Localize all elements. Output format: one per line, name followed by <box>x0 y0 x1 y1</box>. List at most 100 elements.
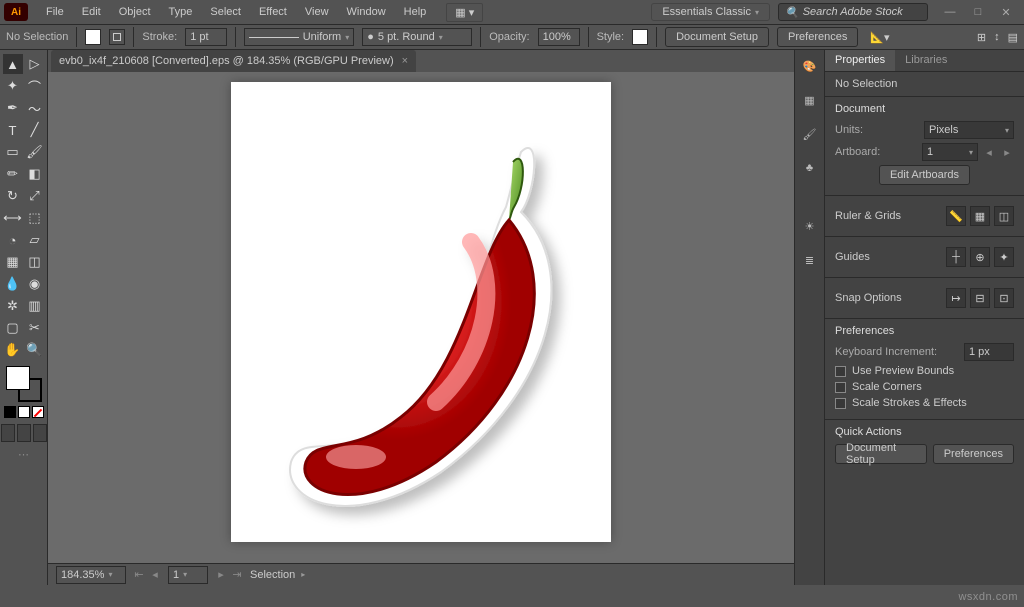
color-white[interactable] <box>18 406 30 418</box>
opacity-input[interactable]: 100% <box>538 28 580 46</box>
tab-libraries[interactable]: Libraries <box>895 50 957 71</box>
pen-tool[interactable]: ✒ <box>3 98 23 118</box>
prev-artboard-icon[interactable]: ◂ <box>148 568 162 582</box>
artboard-dropdown[interactable]: 1▾ <box>922 143 978 161</box>
stroke-weight-input[interactable]: 1 pt <box>185 28 227 46</box>
slice-tool[interactable]: ✂ <box>25 318 45 338</box>
document-tab[interactable]: evb0_ix4f_210608 [Converted].eps @ 184.3… <box>51 50 416 72</box>
workspace-switcher[interactable]: Essentials Classic ▾ <box>651 3 770 21</box>
perspective-tool[interactable]: ▱ <box>25 230 45 250</box>
blend-tool[interactable]: ◉ <box>25 274 45 294</box>
rectangle-tool[interactable]: ▭ <box>3 142 23 162</box>
scale-strokes-checkbox[interactable]: Scale Strokes & Effects <box>835 397 1014 409</box>
menu-type[interactable]: Type <box>161 3 201 21</box>
status-caret-icon[interactable]: ▸ <box>301 570 305 579</box>
edit-toolbar-icon[interactable]: ⋯ <box>18 448 29 461</box>
stroke-panel-icon[interactable]: ☀ <box>800 216 820 236</box>
last-artboard-icon[interactable]: ⇥ <box>230 568 244 582</box>
lasso-tool[interactable]: ⌒ <box>25 76 45 96</box>
fill-swatch[interactable] <box>85 29 101 45</box>
artboard-prev-icon[interactable]: ◂ <box>982 145 996 159</box>
magic-wand-tool[interactable]: ✦ <box>3 76 23 96</box>
ruler-icon[interactable]: 📏 <box>946 206 966 226</box>
arrange-docs-icon[interactable]: ▦ ▾ <box>446 3 483 22</box>
tab-properties[interactable]: Properties <box>825 50 895 71</box>
eraser-tool[interactable]: ◧ <box>25 164 45 184</box>
color-none[interactable] <box>32 406 44 418</box>
line-tool[interactable]: ╱ <box>25 120 45 140</box>
menu-view[interactable]: View <box>297 3 337 21</box>
artboard-nav-input[interactable]: 1▾ <box>168 566 208 584</box>
transform-icon[interactable]: ↕ <box>994 31 1000 43</box>
scale-corners-checkbox[interactable]: Scale Corners <box>835 381 1014 393</box>
menu-effect[interactable]: Effect <box>251 3 295 21</box>
eyedropper-tool[interactable]: 💧 <box>3 274 23 294</box>
qa-preferences-button[interactable]: Preferences <box>933 444 1014 464</box>
preferences-button[interactable]: Preferences <box>777 27 858 47</box>
use-preview-bounds-checkbox[interactable]: Use Preview Bounds <box>835 365 1014 377</box>
document-setup-button[interactable]: Document Setup <box>665 27 769 47</box>
menu-file[interactable]: File <box>38 3 72 21</box>
symbol-tool[interactable]: ✲ <box>3 296 23 316</box>
rotate-tool[interactable]: ↻ <box>3 186 23 206</box>
artboard-tool[interactable]: ▢ <box>3 318 23 338</box>
width-tool[interactable]: ⟷ <box>3 208 23 228</box>
draw-normal[interactable] <box>1 424 15 442</box>
shaper-tool[interactable]: ✏ <box>3 164 23 184</box>
stroke-swatch[interactable] <box>109 29 125 45</box>
zoom-tool[interactable]: 🔍 <box>25 340 45 360</box>
graph-tool[interactable]: ▥ <box>25 296 45 316</box>
brush-dropdown[interactable]: ●5 pt. Round▾ <box>362 28 472 46</box>
mesh-tool[interactable]: ▦ <box>3 252 23 272</box>
qa-document-setup-button[interactable]: Document Setup <box>835 444 927 464</box>
kb-increment-input[interactable]: 1 px <box>964 343 1014 361</box>
units-dropdown[interactable]: Pixels▾ <box>924 121 1014 139</box>
brush-tool[interactable]: 🖌 <box>25 142 45 162</box>
swatches-panel-icon[interactable]: ▦ <box>800 90 820 110</box>
snap-grid-icon[interactable]: ⊟ <box>970 288 990 308</box>
close-button[interactable]: ✕ <box>992 3 1020 21</box>
fill-stroke-control[interactable] <box>6 366 42 402</box>
selection-tool[interactable]: ▲ <box>3 54 23 74</box>
search-input[interactable]: 🔍 Search Adobe Stock <box>778 3 928 21</box>
panel-menu-icon[interactable]: ▤ <box>1008 31 1018 44</box>
show-guides-icon[interactable]: ┼ <box>946 247 966 267</box>
type-tool[interactable]: T <box>3 120 23 140</box>
align-icon[interactable]: 📐▾ <box>866 31 893 44</box>
grid-icon[interactable]: ▦ <box>970 206 990 226</box>
snap-point-icon[interactable]: ↦ <box>946 288 966 308</box>
tab-close-icon[interactable]: × <box>402 55 408 67</box>
menu-window[interactable]: Window <box>339 3 394 21</box>
brushes-panel-icon[interactable]: 🖌 <box>800 124 820 144</box>
minimize-button[interactable]: — <box>936 3 964 21</box>
stroke-profile-dropdown[interactable]: Uniform▾ <box>244 28 354 46</box>
menu-object[interactable]: Object <box>111 3 159 21</box>
style-swatch[interactable] <box>632 29 648 45</box>
free-transform-tool[interactable]: ⬚ <box>25 208 45 228</box>
lock-guides-icon[interactable]: ⊕ <box>970 247 990 267</box>
hand-tool[interactable]: ✋ <box>3 340 23 360</box>
maximize-button[interactable]: □ <box>964 3 992 21</box>
snap-pixel-icon[interactable]: ⊡ <box>994 288 1014 308</box>
draw-behind[interactable] <box>17 424 31 442</box>
transparency-grid-icon[interactable]: ◫ <box>994 206 1014 226</box>
menu-select[interactable]: Select <box>202 3 249 21</box>
symbols-panel-icon[interactable]: ♣ <box>800 158 820 178</box>
direct-selection-tool[interactable]: ▷ <box>25 54 45 74</box>
smart-guides-icon[interactable]: ✦ <box>994 247 1014 267</box>
curvature-tool[interactable]: 〜 <box>25 98 45 118</box>
gradient-tool[interactable]: ◫ <box>25 252 45 272</box>
layers-panel-icon[interactable]: ≣ <box>800 250 820 270</box>
shape-builder-tool[interactable]: ◔ <box>3 230 23 250</box>
color-black[interactable] <box>4 406 16 418</box>
next-artboard-icon[interactable]: ▸ <box>214 568 228 582</box>
xy-icon[interactable]: ⊞ <box>977 31 986 44</box>
menu-edit[interactable]: Edit <box>74 3 109 21</box>
color-panel-icon[interactable]: 🎨 <box>800 56 820 76</box>
canvas[interactable] <box>48 72 794 563</box>
first-artboard-icon[interactable]: ⇤ <box>132 568 146 582</box>
scale-tool[interactable]: ⤢ <box>25 186 45 206</box>
edit-artboards-button[interactable]: Edit Artboards <box>879 165 970 185</box>
draw-inside[interactable] <box>33 424 47 442</box>
zoom-dropdown[interactable]: 184.35%▾ <box>56 566 126 584</box>
